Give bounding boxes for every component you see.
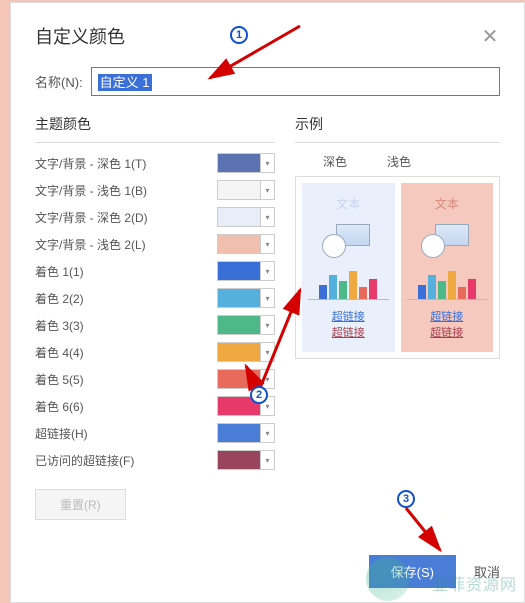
chevron-down-icon: ▾: [260, 451, 274, 469]
bar: [339, 281, 347, 299]
chevron-down-icon: ▾: [260, 289, 274, 307]
color-row: 已访问的超链接(F) ▾: [35, 450, 275, 470]
color-row: 着色 2(2) ▾: [35, 288, 275, 308]
custom-color-dialog: 自定义颜色 ✕ 名称(N): 自定义 1 主题颜色 文字/背景 - 深色 1(T…: [10, 2, 525, 603]
color-swatch-dropdown[interactable]: ▾: [217, 423, 275, 443]
swatch-color: [218, 451, 260, 469]
bar-chart-icon: [407, 268, 488, 300]
light-header: 浅色: [387, 153, 411, 170]
color-swatch-dropdown[interactable]: ▾: [217, 234, 275, 254]
dialog-title: 自定义颜色: [35, 23, 125, 49]
bar: [349, 271, 357, 299]
swatch-color: [218, 262, 260, 280]
hyperlink-sample: 超链接: [407, 308, 488, 324]
swatch-color: [218, 424, 260, 442]
annotation-2: 2: [250, 386, 268, 404]
color-label: 文字/背景 - 浅色 1(B): [35, 182, 147, 199]
color-label: 文字/背景 - 深色 2(D): [35, 209, 148, 226]
dark-header: 深色: [323, 153, 347, 170]
color-label: 着色 5(5): [35, 371, 84, 388]
chevron-down-icon: ▾: [260, 343, 274, 361]
color-row: 着色 4(4) ▾: [35, 342, 275, 362]
color-row: 着色 5(5)▾: [35, 369, 275, 389]
color-row: 着色 1(1) ▾: [35, 261, 275, 281]
color-label: 文字/背景 - 深色 1(T): [35, 155, 146, 172]
circle-icon: [322, 234, 346, 258]
chevron-down-icon: ▾: [260, 208, 274, 226]
swatch-color: [218, 343, 260, 361]
watermark-icon: [366, 557, 410, 601]
annotation-1: 1: [230, 26, 248, 44]
bar-chart-icon: [308, 268, 389, 300]
bar: [369, 279, 377, 299]
bar: [458, 287, 466, 299]
preview-text-light: 文本: [407, 195, 488, 212]
reset-button[interactable]: 重置(R): [35, 489, 126, 520]
color-row: 文字/背景 - 深色 1(T) ▾: [35, 153, 275, 173]
visited-hyperlink-sample: 超链接: [308, 324, 389, 340]
bar: [319, 285, 327, 299]
color-swatch-dropdown[interactable]: ▾: [217, 207, 275, 227]
swatch-color: [218, 235, 260, 253]
preview-text-dark: 文本: [308, 195, 389, 212]
preview-dark: 文本 超链接 超链接: [302, 183, 395, 352]
color-label: 着色 4(4): [35, 344, 84, 361]
color-row: 文字/背景 - 浅色 1(B) ▾: [35, 180, 275, 200]
color-label: 着色 2(2): [35, 290, 84, 307]
color-swatch-dropdown[interactable]: ▾: [217, 153, 275, 173]
sample-title: 示例: [295, 114, 500, 134]
annotation-3: 3: [397, 490, 415, 508]
chevron-down-icon: ▾: [260, 154, 274, 172]
color-label: 超链接(H): [35, 425, 88, 442]
color-row: 超链接(H) ▾: [35, 423, 275, 443]
color-label: 已访问的超链接(F): [35, 452, 134, 469]
swatch-color: [218, 289, 260, 307]
color-swatch-dropdown[interactable]: ▾: [217, 261, 275, 281]
color-swatch-dropdown[interactable]: ▾: [217, 288, 275, 308]
bar: [329, 275, 337, 299]
chevron-down-icon: ▾: [260, 181, 274, 199]
bar: [468, 279, 476, 299]
chevron-down-icon: ▾: [260, 235, 274, 253]
preview-box: 文本 超链接 超链接 文本 超链接 超链接: [295, 176, 500, 359]
preview-light: 文本 超链接 超链接: [401, 183, 494, 352]
bar: [428, 275, 436, 299]
swatch-color: [218, 181, 260, 199]
color-row: 文字/背景 - 深色 2(D) ▾: [35, 207, 275, 227]
color-swatch-dropdown[interactable]: ▾: [217, 315, 275, 335]
color-row: 文字/背景 - 浅色 2(L) ▾: [35, 234, 275, 254]
chevron-down-icon: ▾: [260, 316, 274, 334]
color-row: 着色 3(3) ▾: [35, 315, 275, 335]
chevron-down-icon: ▾: [260, 262, 274, 280]
hyperlink-sample: 超链接: [308, 308, 389, 324]
color-swatch-dropdown[interactable]: ▾: [217, 180, 275, 200]
circle-icon: [421, 234, 445, 258]
color-row: 着色 6(6)▾: [35, 396, 275, 416]
color-swatch-dropdown[interactable]: ▾: [217, 450, 275, 470]
bar: [438, 281, 446, 299]
theme-colors-title: 主题颜色: [35, 114, 275, 134]
color-swatch-dropdown[interactable]: ▾: [217, 342, 275, 362]
color-label: 着色 6(6): [35, 398, 84, 415]
name-input[interactable]: 自定义 1: [91, 67, 500, 96]
chevron-down-icon: ▾: [260, 424, 274, 442]
close-icon[interactable]: ✕: [480, 24, 500, 49]
bar: [448, 271, 456, 299]
bar: [418, 285, 426, 299]
swatch-color: [218, 154, 260, 172]
visited-hyperlink-sample: 超链接: [407, 324, 488, 340]
swatch-color: [218, 208, 260, 226]
swatch-color: [218, 316, 260, 334]
color-label: 文字/背景 - 浅色 2(L): [35, 236, 146, 253]
bar: [359, 287, 367, 299]
color-label: 着色 1(1): [35, 263, 84, 280]
name-label: 名称(N):: [35, 72, 83, 91]
cancel-button[interactable]: 取消: [474, 562, 500, 581]
color-label: 着色 3(3): [35, 317, 84, 334]
